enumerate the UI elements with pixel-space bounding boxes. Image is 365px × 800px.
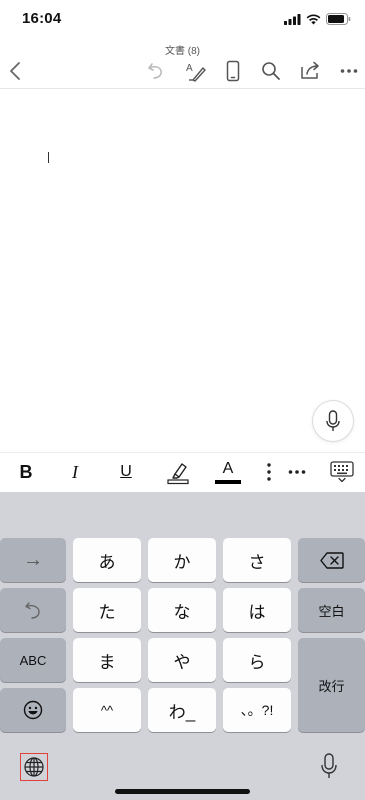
key-label: わ_ xyxy=(168,702,196,722)
dictation-key[interactable] xyxy=(315,750,343,782)
kana-key-sa[interactable]: さ xyxy=(223,538,291,582)
font-color-bar xyxy=(215,479,241,484)
key-label: や xyxy=(173,652,191,672)
back-chevron-icon xyxy=(10,62,20,80)
more-button[interactable] xyxy=(336,58,362,84)
font-color-button[interactable]: A xyxy=(210,452,246,492)
underline-button[interactable]: U xyxy=(108,452,144,492)
toolbar-more-button[interactable] xyxy=(282,452,312,492)
key-label: は xyxy=(248,602,266,622)
vertical-more-icon xyxy=(267,463,271,481)
key-label: さ xyxy=(248,552,266,572)
globe-icon xyxy=(24,757,44,777)
underline-label: U xyxy=(120,463,132,480)
space-key[interactable]: 空白 xyxy=(298,588,365,632)
highlighter-icon xyxy=(167,463,189,485)
mobile-view-icon xyxy=(226,60,240,82)
kana-key-ha[interactable]: は xyxy=(223,588,291,632)
italic-button[interactable]: I xyxy=(57,452,93,492)
bold-label: B xyxy=(19,461,33,482)
text-cursor xyxy=(48,152,49,163)
backspace-key[interactable] xyxy=(298,538,365,582)
highlight-button[interactable] xyxy=(160,452,196,492)
return-key[interactable]: 改行 xyxy=(298,638,365,732)
status-icons xyxy=(284,12,351,26)
key-label: ま xyxy=(98,652,116,672)
wifi-icon xyxy=(306,13,321,24)
backspace-icon xyxy=(319,551,344,569)
kana-key-ta[interactable]: た xyxy=(73,588,141,632)
next-candidate-arrow-key[interactable]: → xyxy=(0,538,66,582)
share-icon xyxy=(301,61,319,79)
cellular-signal-icon xyxy=(284,13,301,25)
more-icon xyxy=(288,470,306,474)
search-icon xyxy=(262,62,280,80)
battery-icon xyxy=(326,13,351,25)
mobile-view-button[interactable] xyxy=(220,58,246,84)
abc-label: ABC xyxy=(19,652,47,668)
kana-key-ra[interactable]: ら xyxy=(223,638,291,682)
kana-key-ka[interactable]: か xyxy=(148,538,216,582)
document-title: 文書 (8) xyxy=(165,46,200,57)
kana-key-ya[interactable]: や xyxy=(148,638,216,682)
bold-button[interactable]: B xyxy=(8,452,44,492)
vertical-more-button[interactable] xyxy=(258,452,280,492)
key-label: 、。?! xyxy=(240,702,274,718)
search-button[interactable] xyxy=(258,58,284,84)
home-indicator xyxy=(115,789,250,794)
emoji-key[interactable] xyxy=(0,688,66,732)
undo-key[interactable] xyxy=(0,588,66,632)
key-label: な xyxy=(173,602,191,622)
status-time: 16:04 xyxy=(22,10,62,27)
arrow-label: → xyxy=(23,548,43,571)
share-button[interactable] xyxy=(297,58,323,84)
undo-button[interactable] xyxy=(143,58,169,84)
key-label: か xyxy=(173,552,191,572)
key-label: ^^ xyxy=(100,702,114,718)
emoji-icon xyxy=(23,700,43,720)
italic-label: I xyxy=(72,461,78,482)
globe-key[interactable] xyxy=(20,753,48,781)
more-icon xyxy=(340,69,358,73)
kana-key-wa[interactable]: わ_ xyxy=(148,688,216,732)
dictate-button[interactable] xyxy=(313,401,353,441)
undo-icon xyxy=(148,63,162,79)
microphone-icon xyxy=(326,410,340,431)
undo-icon xyxy=(25,602,40,619)
key-label: あ xyxy=(98,552,116,572)
punctuation-key[interactable]: 、。?! xyxy=(223,688,291,732)
abc-mode-key[interactable]: ABC xyxy=(0,638,66,682)
spellcheck-pen-button[interactable]: A xyxy=(183,58,209,84)
japanese-kana-keyboard: → ABC あ か さ た な は ま や ら ^^ わ_ 、。?! 空白 改行 xyxy=(0,492,365,800)
key-label: た xyxy=(98,602,116,622)
keyboard-hide-icon xyxy=(330,461,354,483)
dakuten-key[interactable]: ^^ xyxy=(73,688,141,732)
svg-text:A: A xyxy=(186,63,193,74)
back-button[interactable] xyxy=(2,58,28,84)
kana-key-a[interactable]: あ xyxy=(73,538,141,582)
key-label: ら xyxy=(248,652,266,672)
font-color-letter: A xyxy=(222,459,234,477)
hide-keyboard-button[interactable] xyxy=(325,452,359,492)
kana-key-na[interactable]: な xyxy=(148,588,216,632)
kana-key-ma[interactable]: ま xyxy=(73,638,141,682)
space-label: 空白 xyxy=(318,603,345,619)
return-label: 改行 xyxy=(318,678,345,694)
document-canvas[interactable] xyxy=(0,89,365,452)
microphone-icon xyxy=(321,753,337,778)
spellcheck-pen-icon: A xyxy=(186,63,206,82)
